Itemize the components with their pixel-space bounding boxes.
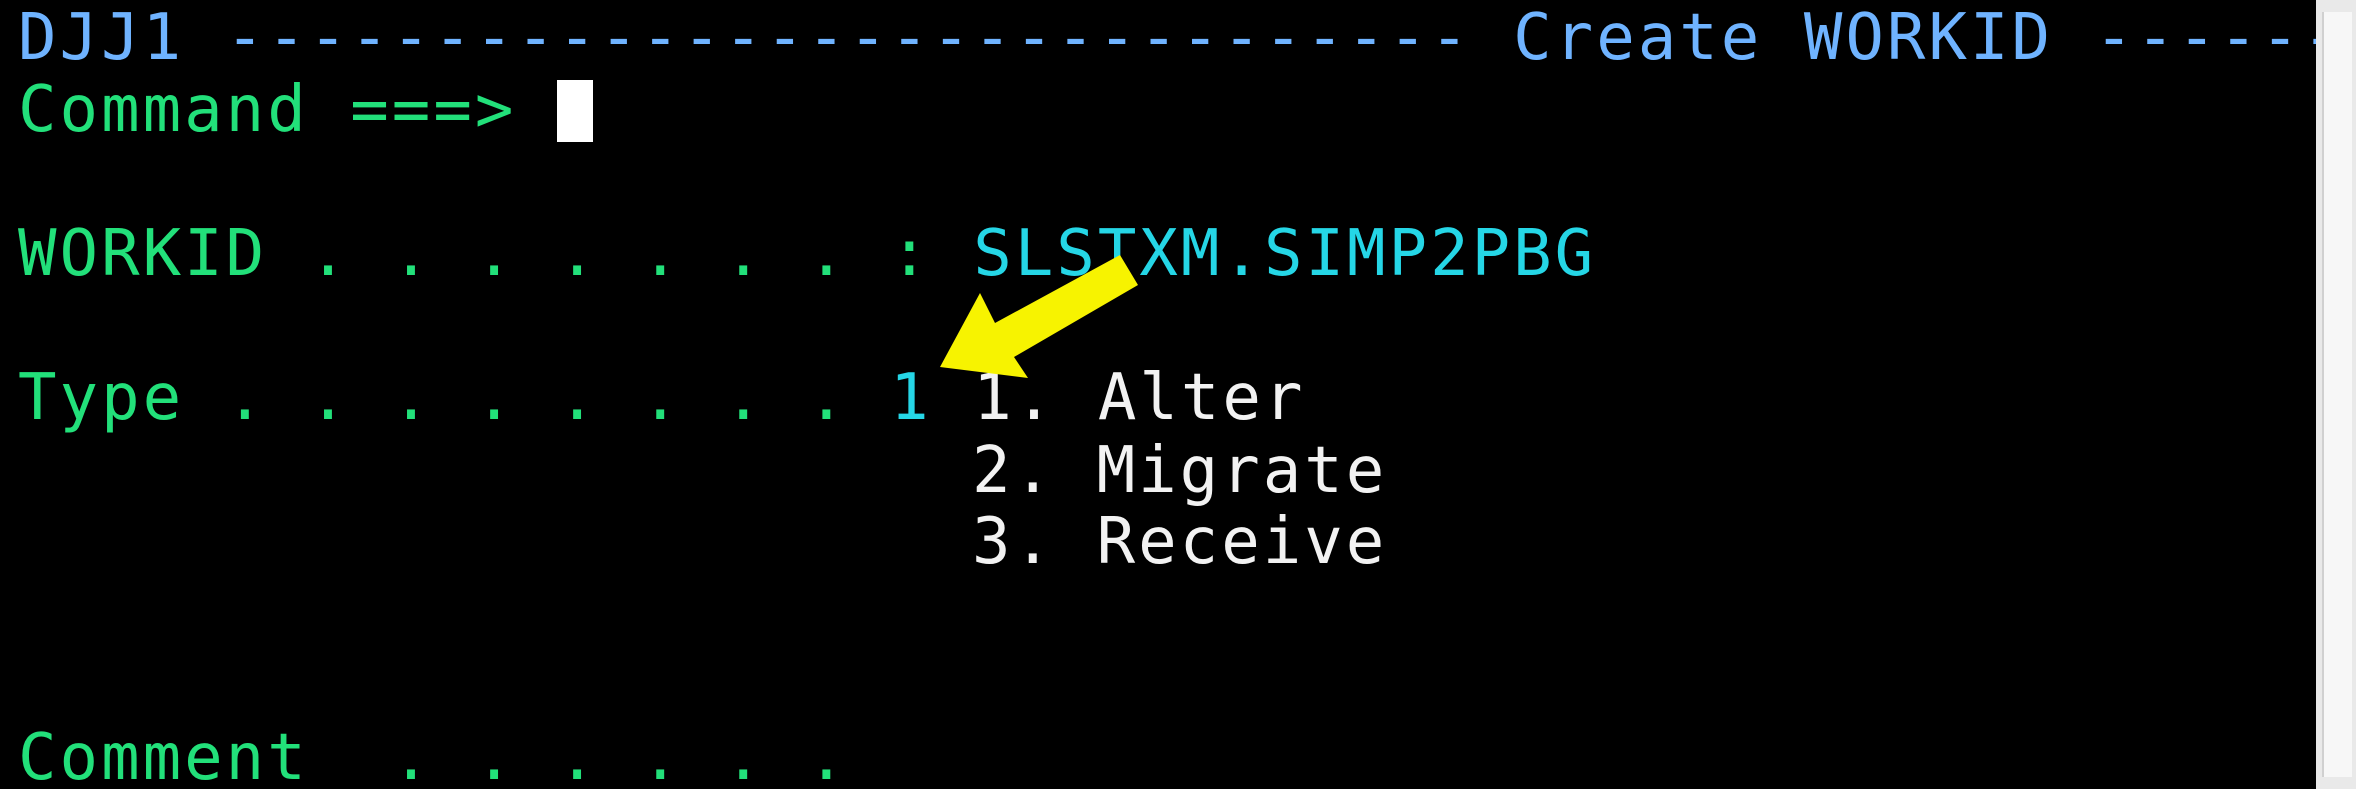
type-input[interactable]: 1 — [890, 361, 932, 435]
panel-title: Create WORKID — [1513, 1, 2054, 75]
command-label: Command ===> — [18, 73, 517, 147]
comment-label: Comment . . . . . . — [18, 721, 849, 789]
type-option-migrate: 2. Migrate — [972, 434, 1388, 508]
vertical-scrollbar[interactable] — [2316, 0, 2356, 789]
header-dashes-left: ------------------------------ — [184, 1, 1514, 75]
header-dashes-right: ------ — [2053, 1, 2344, 75]
workid-label: WORKID . . . . . . . : — [18, 217, 974, 291]
type-label: Type . . . . . . . . — [18, 361, 891, 435]
workid-row: WORKID . . . . . . . : SLSTXM.SIMP2PBG — [18, 218, 1596, 290]
type-option-receive: 3. Receive — [972, 505, 1388, 579]
scrollbar-thumb[interactable] — [2322, 12, 2352, 777]
command-row: Command ===> — [18, 74, 516, 146]
yellow-arrow-icon — [940, 255, 1138, 378]
panel-header: DJJ1 ------------------------------ Crea… — [18, 2, 2344, 74]
arrow-shape — [940, 255, 1138, 378]
comment-row: Comment . . . . . . — [18, 722, 849, 789]
text-cursor — [557, 80, 593, 142]
system-id: DJJ1 — [18, 1, 185, 75]
